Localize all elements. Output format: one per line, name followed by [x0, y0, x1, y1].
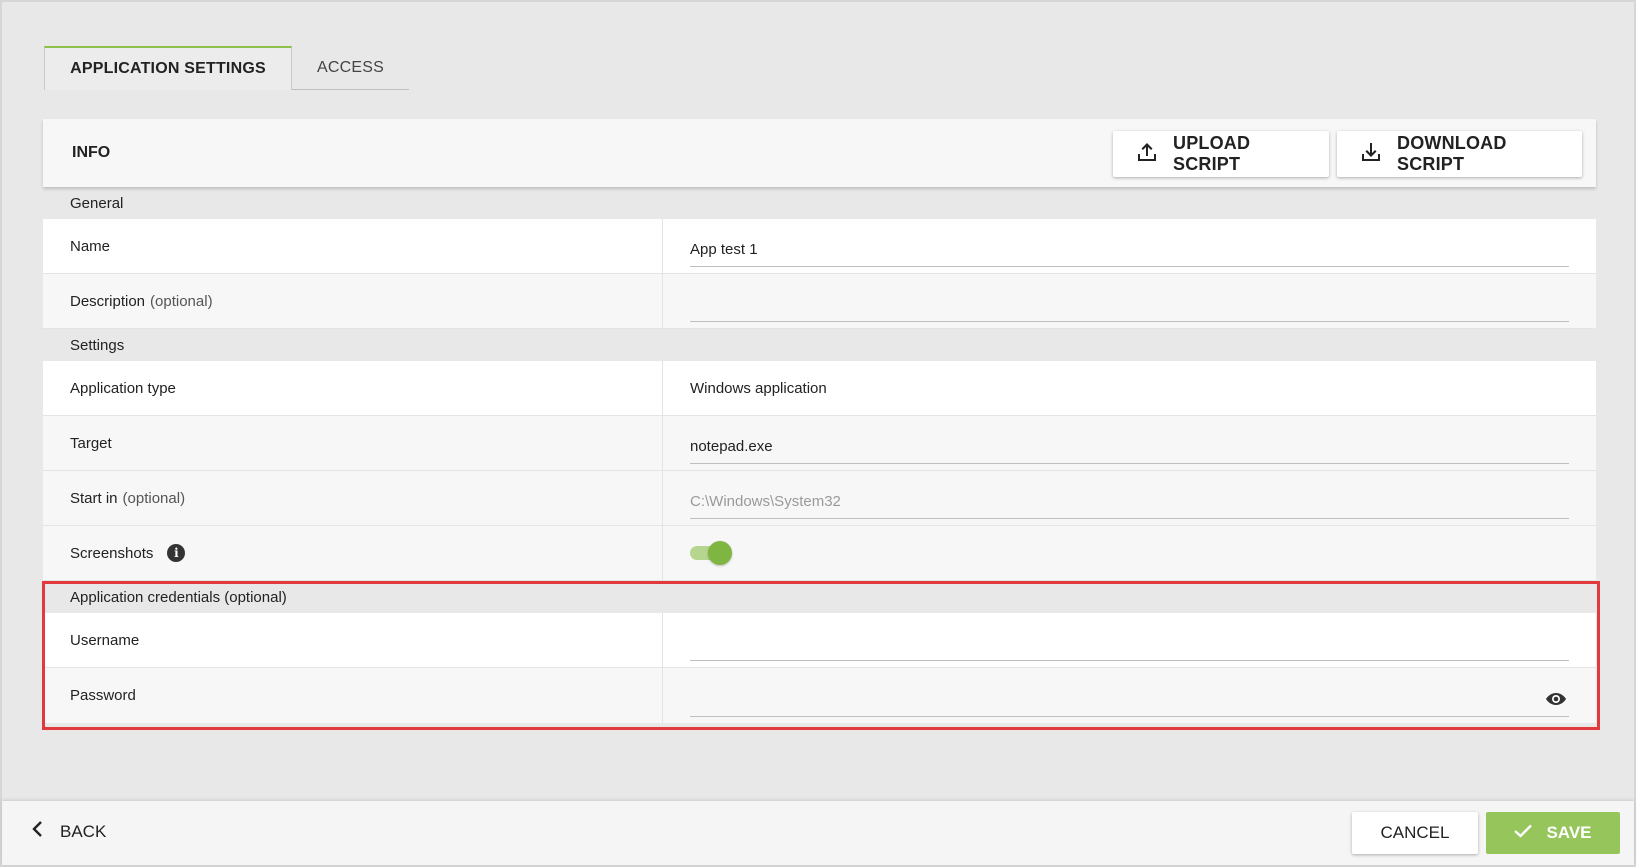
password-label: Password: [43, 668, 663, 723]
upload-script-button[interactable]: UPLOAD SCRIPT: [1113, 131, 1329, 177]
section-settings: Settings: [43, 329, 1596, 361]
start-in-optional-text: (optional): [122, 489, 186, 507]
back-button[interactable]: BACK: [32, 821, 106, 842]
username-label: Username: [43, 613, 663, 667]
target-cell: notepad.exe: [663, 416, 1596, 470]
section-credentials: Application credentials (optional): [43, 581, 1596, 613]
info-panel: INFO UPLOAD SCRIPT DOWNLOAD SCRIPT Gener…: [43, 119, 1596, 723]
info-icon[interactable]: i: [167, 544, 186, 562]
screenshots-label: Screenshots i: [43, 526, 663, 580]
name-cell: App test 1: [663, 219, 1596, 273]
panel-header: INFO UPLOAD SCRIPT DOWNLOAD SCRIPT: [43, 119, 1596, 187]
application-type-label-text: Application type: [70, 379, 176, 397]
description-cell: [663, 274, 1596, 328]
description-input[interactable]: [690, 288, 1569, 322]
row-target: Target notepad.exe: [43, 416, 1596, 471]
target-input[interactable]: notepad.exe: [690, 430, 1569, 464]
tab-bar: APPLICATION SETTINGS ACCESS: [44, 46, 409, 90]
upload-icon: [1135, 140, 1173, 169]
application-type-cell: Windows application: [663, 361, 1596, 415]
section-general: General: [43, 187, 1596, 219]
row-name: Name App test 1: [43, 219, 1596, 274]
tab-application-settings[interactable]: APPLICATION SETTINGS: [44, 46, 292, 90]
application-type-value: Windows application: [690, 379, 827, 397]
cancel-button[interactable]: CANCEL: [1352, 812, 1478, 854]
save-label: SAVE: [1546, 823, 1592, 842]
start-in-label: Start in (optional): [43, 471, 663, 525]
footer-bar: BACK CANCEL SAVE: [2, 801, 1634, 865]
description-label-text: Description: [70, 292, 146, 310]
header-actions: UPLOAD SCRIPT DOWNLOAD SCRIPT: [1113, 131, 1582, 177]
application-type-label: Application type: [43, 361, 663, 415]
row-application-type: Application type Windows application: [43, 361, 1596, 416]
tab-access[interactable]: ACCESS: [292, 46, 409, 90]
screenshots-toggle[interactable]: [690, 541, 732, 565]
username-label-text: Username: [70, 631, 140, 649]
screenshots-label-text: Screenshots: [70, 544, 154, 562]
description-optional-text: (optional): [150, 292, 213, 310]
name-input[interactable]: App test 1: [690, 233, 1569, 267]
download-script-label: DOWNLOAD SCRIPT: [1397, 133, 1507, 174]
save-button[interactable]: SAVE: [1486, 812, 1620, 854]
target-label: Target: [43, 416, 663, 470]
password-cell: [663, 668, 1596, 723]
download-script-button[interactable]: DOWNLOAD SCRIPT: [1337, 131, 1582, 177]
name-label-text: Name: [70, 237, 111, 255]
toggle-knob: [708, 541, 732, 565]
row-username: Username: [43, 613, 1596, 668]
panel-title: INFO: [72, 144, 111, 161]
username-cell: [663, 613, 1596, 667]
description-label: Description (optional): [43, 274, 663, 328]
back-label: BACK: [60, 821, 107, 841]
name-label: Name: [43, 219, 663, 273]
download-icon: [1359, 140, 1397, 169]
check-icon: [1514, 823, 1546, 843]
chevron-left-icon: [32, 821, 60, 842]
row-description: Description (optional): [43, 274, 1596, 329]
start-in-label-text: Start in: [70, 489, 118, 507]
row-screenshots: Screenshots i: [43, 526, 1596, 581]
screenshots-cell: [663, 526, 1596, 580]
row-start-in: Start in (optional) C:\Windows\System32: [43, 471, 1596, 526]
username-input[interactable]: [690, 627, 1569, 661]
target-label-text: Target: [70, 434, 112, 452]
eye-icon[interactable]: [1545, 691, 1567, 711]
row-password: Password: [43, 668, 1596, 723]
start-in-cell: C:\Windows\System32: [663, 471, 1596, 525]
start-in-input[interactable]: C:\Windows\System32: [690, 485, 1569, 519]
upload-script-label: UPLOAD SCRIPT: [1173, 133, 1251, 174]
password-label-text: Password: [70, 687, 136, 704]
password-input[interactable]: [690, 683, 1569, 717]
